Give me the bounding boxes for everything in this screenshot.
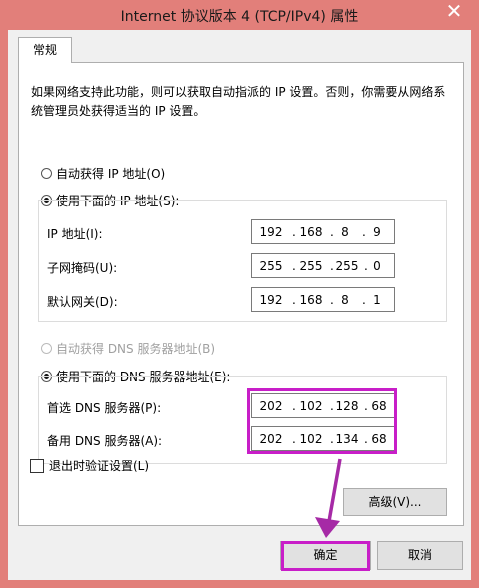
default-gateway-field[interactable]: 192 . 168 . 8 . 1 bbox=[251, 287, 395, 312]
preferred-dns-label: 首选 DNS 服务器(P): bbox=[47, 401, 162, 415]
validate-on-exit-checkbox[interactable] bbox=[30, 458, 44, 473]
auto-ip-label: 自动获得 IP 地址(O) bbox=[56, 167, 166, 181]
ip-address-octet-1: 192 bbox=[259, 225, 283, 239]
auto-dns-radio bbox=[41, 343, 52, 354]
close-icon[interactable]: ✕ bbox=[446, 0, 463, 23]
close-button[interactable]: ✕ bbox=[437, 0, 471, 24]
gateway-octet-3: 8 bbox=[341, 293, 349, 307]
ip-address-field[interactable]: 192 . 168 . 8 . 9 bbox=[251, 219, 395, 244]
validate-on-exit-label: 退出时验证设置(L) bbox=[49, 459, 150, 473]
ip-address-label: IP 地址(I): bbox=[47, 227, 103, 241]
gateway-octet-4: 1 bbox=[373, 293, 381, 307]
subnet-mask-field[interactable]: 255 . 255 . 255 . 0 bbox=[251, 253, 395, 278]
gateway-octet-2: 168 bbox=[299, 293, 323, 307]
validate-on-exit-option[interactable]: 退出时验证设置(L) bbox=[30, 457, 149, 474]
default-gateway-label: 默认网关(D): bbox=[47, 295, 118, 309]
auto-ip-option[interactable]: 自动获得 IP 地址(O) bbox=[41, 165, 165, 182]
auto-dns-option: 自动获得 DNS 服务器地址(B) bbox=[41, 340, 215, 357]
ip-settings-group: IP 地址(I): 192 . 168 . 8 . 9 子网掩码(U): 255… bbox=[38, 200, 447, 322]
title-bar: Internet 协议版本 4 (TCP/IPv4) 属性 ✕ bbox=[0, 0, 479, 30]
subnet-mask-label: 子网掩码(U): bbox=[47, 261, 118, 275]
cancel-button[interactable]: 取消 bbox=[377, 541, 463, 570]
gateway-octet-1: 192 bbox=[259, 293, 283, 307]
dns-annotation-box bbox=[247, 388, 397, 454]
alternate-dns-label: 备用 DNS 服务器(A): bbox=[47, 434, 163, 448]
subnet-octet-1: 255 bbox=[259, 259, 283, 273]
ip-address-octet-3: 8 bbox=[341, 225, 349, 239]
annotation-arrow bbox=[315, 458, 342, 538]
subnet-octet-4: 0 bbox=[373, 259, 381, 273]
window-title: Internet 协议版本 4 (TCP/IPv4) 属性 bbox=[120, 9, 359, 25]
ip-address-octet-2: 168 bbox=[299, 225, 323, 239]
auto-dns-label: 自动获得 DNS 服务器地址(B) bbox=[56, 342, 216, 356]
ip-address-octet-4: 9 bbox=[373, 225, 381, 239]
subnet-octet-3: 255 bbox=[335, 259, 359, 273]
description-text: 如果网络支持此功能，则可以获取自动指派的 IP 设置。否则，你需要从网络系统管理… bbox=[31, 85, 446, 118]
auto-ip-radio[interactable] bbox=[41, 168, 52, 179]
ok-annotation-box bbox=[281, 541, 370, 571]
tab-general[interactable]: 常规 bbox=[18, 37, 72, 63]
subnet-octet-2: 255 bbox=[299, 259, 323, 273]
